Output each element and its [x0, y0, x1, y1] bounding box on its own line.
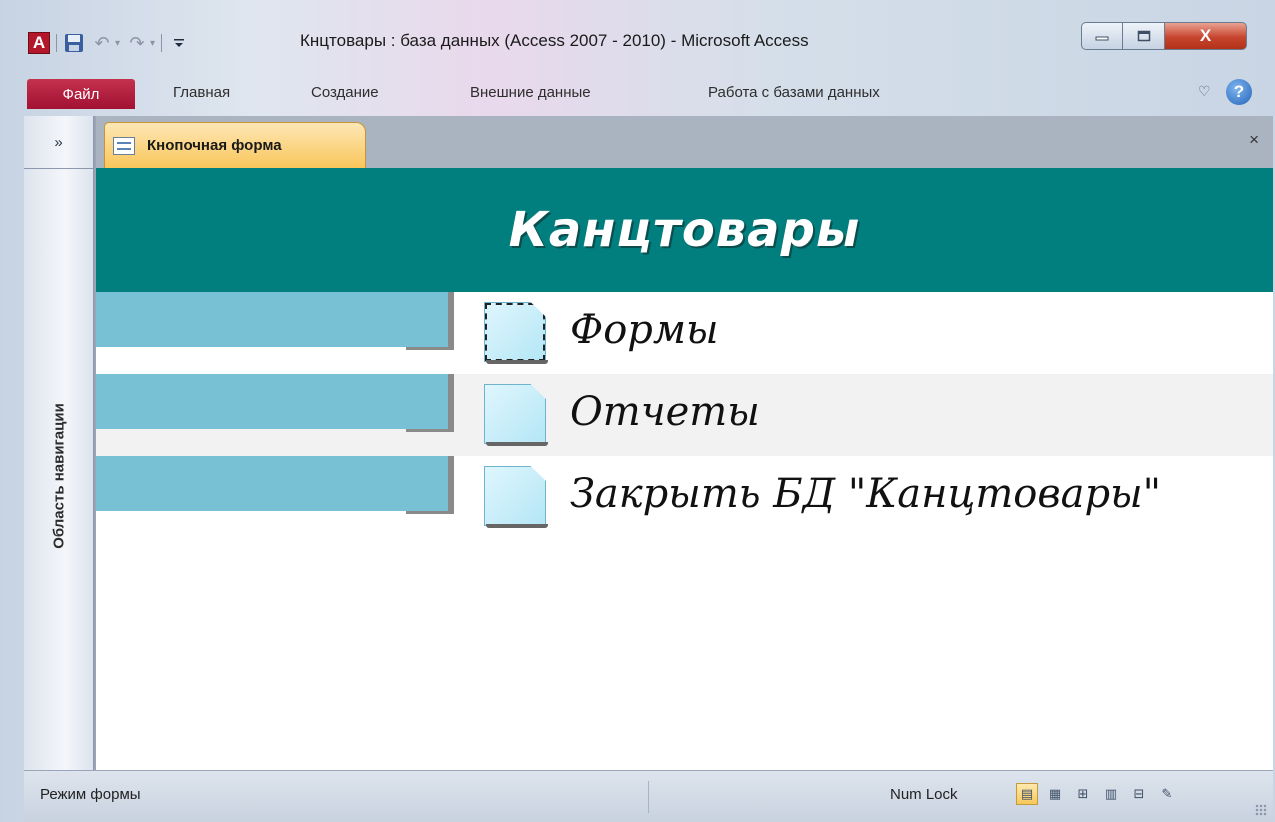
- document-tab-label: Кнопочная форма: [147, 137, 282, 154]
- tab-database-tools[interactable]: Работа с базами данных: [708, 84, 880, 101]
- list-item: Отчеты: [96, 374, 1273, 456]
- tab-external-data[interactable]: Внешние данные: [470, 84, 591, 101]
- menu-bar-shadow: [406, 347, 454, 350]
- form-view-icon[interactable]: ▤: [1016, 783, 1038, 805]
- menu-bar-shadow: [448, 374, 454, 429]
- document-tab-strip: Кнопочная форма ×: [96, 116, 1273, 168]
- resize-grip-icon[interactable]: [1255, 804, 1267, 816]
- undo-icon[interactable]: ↶: [91, 32, 113, 54]
- form-icon: [113, 136, 135, 155]
- pivot-chart-view-icon[interactable]: ▥: [1100, 783, 1122, 805]
- nav-pane-toggle-button[interactable]: »: [24, 116, 93, 169]
- window-title: Кнцтовары : база данных (Access 2007 - 2…: [300, 31, 809, 50]
- close-document-icon[interactable]: ×: [1249, 130, 1259, 150]
- pivot-table-view-icon[interactable]: ⊞: [1072, 783, 1094, 805]
- navigation-pane: » Область навигации: [24, 116, 94, 770]
- ribbon-minimize-icon[interactable]: ♡: [1198, 84, 1211, 100]
- reports-label[interactable]: Отчеты: [570, 388, 760, 436]
- forms-label[interactable]: Формы: [570, 306, 719, 354]
- tab-file[interactable]: Файл: [27, 79, 135, 109]
- redo-icon[interactable]: ↷: [126, 32, 148, 54]
- menu-bar-decoration: [96, 292, 448, 347]
- menu-bar-shadow: [448, 292, 454, 347]
- form-header: Канцтовары: [96, 168, 1273, 292]
- toolbar-separator: [161, 34, 163, 52]
- save-icon[interactable]: [63, 32, 85, 54]
- maximize-button[interactable]: [1123, 22, 1165, 50]
- customize-toolbar-icon[interactable]: [168, 32, 190, 54]
- menu-bar-decoration: [96, 456, 448, 511]
- menu-bar-decoration: [96, 374, 448, 429]
- tab-switchboard-form[interactable]: Кнопочная форма: [104, 122, 366, 168]
- list-item: Формы: [96, 292, 1273, 374]
- nav-pane-label[interactable]: Область навигации: [51, 403, 68, 549]
- menu-bar-shadow: [406, 511, 454, 514]
- view-switcher: ▤ ▦ ⊞ ▥ ⊟ ✎: [1016, 783, 1178, 805]
- title-bar: A ↶ ▾ ↷ ▾ Кнцтовары : база данных (Acces…: [0, 0, 1275, 72]
- status-separator: [648, 781, 649, 813]
- design-view-icon[interactable]: ✎: [1156, 783, 1178, 805]
- datasheet-view-icon[interactable]: ▦: [1044, 783, 1066, 805]
- numlock-indicator: Num Lock: [890, 786, 958, 803]
- quick-access-toolbar: A ↶ ▾ ↷ ▾: [28, 28, 190, 58]
- undo-dropdown-icon[interactable]: ▾: [115, 38, 120, 49]
- menu-bar-shadow: [406, 429, 454, 432]
- status-bar: Режим формы Num Lock ▤ ▦ ⊞ ▥ ⊟ ✎: [24, 770, 1273, 822]
- status-mode: Режим формы: [40, 786, 141, 803]
- minimize-button[interactable]: [1081, 22, 1123, 50]
- reports-button[interactable]: [484, 384, 548, 446]
- minimize-icon: [1095, 36, 1109, 41]
- document-area: Кнопочная форма × Канцтовары Формы Отчет…: [94, 116, 1273, 770]
- tab-create[interactable]: Создание: [311, 84, 379, 101]
- ribbon-tab-row: Файл Главная Создание Внешние данные Раб…: [0, 72, 1275, 116]
- close-database-button[interactable]: [484, 466, 548, 528]
- maximize-icon: [1137, 30, 1150, 42]
- redo-dropdown-icon[interactable]: ▾: [150, 38, 155, 49]
- layout-view-icon[interactable]: ⊟: [1128, 783, 1150, 805]
- help-icon[interactable]: ?: [1226, 79, 1252, 105]
- forms-button[interactable]: [484, 302, 548, 364]
- access-app-icon[interactable]: A: [28, 32, 50, 54]
- access-window: A ↶ ▾ ↷ ▾ Кнцтовары : база данных (Acces…: [0, 0, 1275, 822]
- form-title: Канцтовары: [508, 202, 861, 258]
- menu-bar-shadow: [448, 456, 454, 511]
- close-window-button[interactable]: X: [1165, 22, 1247, 50]
- close-database-label[interactable]: Закрыть БД "Канцтовары": [570, 470, 1161, 518]
- tab-home[interactable]: Главная: [173, 84, 230, 101]
- toolbar-separator: [56, 34, 57, 52]
- client-area: » Область навигации Кнопочная форма × Ка…: [24, 116, 1273, 822]
- list-item: Закрыть БД "Канцтовары": [96, 456, 1273, 538]
